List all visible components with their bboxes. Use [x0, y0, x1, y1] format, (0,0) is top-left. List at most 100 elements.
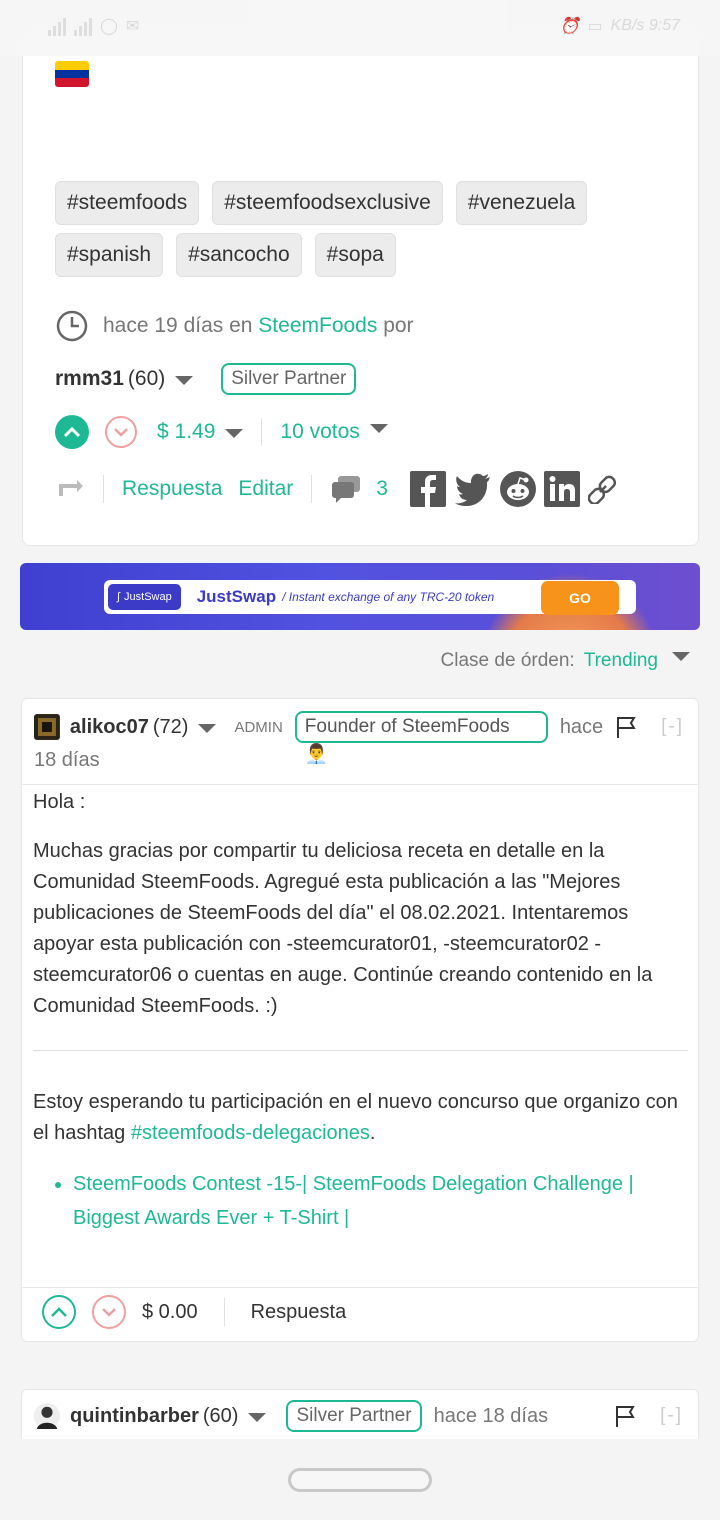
link-list: SteemFoods Contest -15-| SteemFoods Dele… [73, 1167, 688, 1235]
author-badge: Silver Partner [221, 363, 357, 395]
divider [33, 1050, 688, 1051]
downvote-button[interactable] [105, 416, 137, 448]
justswap-tagline: / Instant exchange of any TRC-20 token [282, 590, 495, 604]
comment-upvote-button[interactable] [42, 1295, 76, 1329]
contest-link[interactable]: SteemFoods Contest -15-| SteemFoods Dele… [73, 1167, 688, 1235]
justswap-name: JustSwap [196, 587, 277, 606]
post-payout[interactable]: $ 1.49 [157, 420, 215, 444]
author-line: rmm31 (60) Silver Partner [55, 363, 357, 395]
battery-icon: ▭ [587, 18, 603, 35]
avatar[interactable] [34, 714, 60, 740]
author-dropdown-icon[interactable] [175, 375, 194, 385]
post-by: por [383, 314, 414, 337]
divider [103, 475, 104, 503]
tag-spanish[interactable]: #spanish [55, 233, 164, 277]
comment-time: hace 18 días [433, 1404, 549, 1427]
comment-author-dropdown-icon[interactable] [248, 1412, 267, 1422]
home-indicator[interactable] [288, 1468, 432, 1492]
divider [22, 784, 698, 785]
founder-badge: Founder of SteemFoods 👨‍💼 [294, 711, 548, 765]
comment-header: alikoc07 (72) ADMIN Founder of SteemFood… [34, 711, 684, 772]
author-reputation: (60) [127, 367, 166, 390]
comment-time-a: hace [559, 715, 604, 738]
reblog-icon[interactable] [55, 476, 85, 502]
collapse-toggle[interactable]: [-] [660, 1405, 683, 1427]
alarm-icon: ⏰ [559, 18, 580, 35]
action-line: Respuesta Editar 3 [55, 471, 616, 507]
comment-header: quintinbarber (60) Silver Partner hace 1… [34, 1400, 683, 1432]
signal-icon [48, 16, 66, 36]
sort-value[interactable]: Trending [584, 650, 658, 672]
tag-venezuela[interactable]: #venezuela [455, 181, 588, 225]
signal-icon-2 [74, 16, 92, 36]
tag-list: #steemfoods #steemfoodsexclusive #venezu… [55, 181, 675, 277]
post-time: hace 19 días en [103, 314, 253, 337]
comment-greeting: Hola : [33, 791, 86, 813]
status-left: ◯ ✉ [48, 16, 139, 36]
status-bar: ◯ ✉ ⏰ ▭ KB/s 9:57 [0, 0, 720, 56]
comment-paragraph: Muchas gracias por compartir tu delicios… [33, 840, 653, 1017]
payout-dropdown-icon[interactable] [225, 428, 244, 438]
comment-reputation: (60) [202, 1404, 239, 1427]
reddit-icon[interactable] [499, 471, 536, 507]
post-meta: hace 19 días en SteemFoods por [55, 309, 414, 343]
facebook-icon[interactable] [409, 471, 446, 507]
comment-card: alikoc07 (72) ADMIN Founder of SteemFood… [21, 698, 699, 1342]
go-button[interactable]: GO [541, 581, 619, 615]
justswap-pill: ∫ JustSwap [108, 584, 181, 610]
comments-icon[interactable] [330, 474, 362, 504]
sort-label: Clase de órden: [440, 650, 575, 671]
avatar[interactable] [34, 1403, 60, 1429]
chevron-down-icon [102, 1308, 116, 1317]
sort-selector[interactable]: Clase de órden: Trending [441, 650, 690, 672]
comment-body: Hola : Muchas gracias por compartir tu d… [33, 787, 688, 1235]
author-badge: Silver Partner [286, 1400, 422, 1432]
reply-link[interactable]: Respuesta [122, 477, 222, 501]
flag-icon[interactable] [615, 715, 637, 739]
comment-time-b: 18 días [34, 749, 100, 771]
comment-author-dropdown-icon[interactable] [198, 723, 217, 733]
comment-paragraph-2: Estoy esperando tu participación en el n… [33, 1091, 678, 1144]
venezuela-flag-icon [55, 61, 89, 87]
tag-sancocho[interactable]: #sancocho [176, 233, 302, 277]
divider [22, 1287, 698, 1288]
edit-link[interactable]: Editar [238, 477, 293, 501]
status-time: KB/s 9:57 [610, 17, 680, 34]
mail-icon: ✉ [125, 18, 140, 35]
votes-dropdown-icon[interactable] [369, 423, 388, 433]
hashtag-link[interactable]: #steemfoods-delegaciones [131, 1122, 370, 1144]
tag-steemfoodsexclusive[interactable]: #steemfoodsexclusive [212, 181, 443, 225]
post-card: #steemfoods #steemfoodsexclusive #venezu… [22, 30, 699, 546]
chevron-up-icon [63, 426, 81, 438]
tag-sopa[interactable]: #sopa [314, 233, 396, 277]
votes-count[interactable]: 10 votos [280, 420, 359, 444]
collapse-toggle[interactable]: [-] [661, 716, 684, 738]
tag-steemfoods[interactable]: #steemfoods [55, 181, 200, 225]
comment-footer: $ 0.00 Respuesta [42, 1295, 346, 1329]
author-name[interactable]: rmm31 [55, 367, 124, 391]
admin-role: ADMIN [234, 718, 283, 736]
share-icons [409, 471, 616, 507]
chevron-up-icon [51, 1307, 67, 1317]
sort-dropdown-icon[interactable] [672, 651, 690, 661]
comment-author[interactable]: quintinbarber [70, 1405, 199, 1428]
twitter-icon[interactable] [454, 472, 492, 506]
community-link[interactable]: SteemFoods [258, 314, 377, 337]
comment-payout[interactable]: $ 0.00 [142, 1301, 198, 1324]
vote-line: $ 1.49 10 votos [55, 415, 388, 449]
divider [311, 475, 313, 503]
justswap-banner[interactable]: ∫ JustSwap JustSwap / Instant exchange of… [20, 563, 700, 630]
comment-author[interactable]: alikoc07 [70, 716, 149, 739]
comment-downvote-button[interactable] [92, 1295, 126, 1329]
comments-count[interactable]: 3 [376, 477, 388, 501]
clock-icon [56, 310, 88, 342]
linkedin-icon[interactable] [543, 471, 580, 507]
comment-reputation: (72) [152, 715, 189, 738]
comment-reply-link[interactable]: Respuesta [251, 1301, 347, 1324]
chevron-down-icon [114, 428, 128, 437]
flag-icon[interactable] [614, 1404, 636, 1428]
status-right: ⏰ ▭ KB/s 9:57 [560, 16, 680, 36]
justswap-logo-icon: ∫ [117, 591, 121, 603]
upvote-button[interactable] [55, 415, 89, 449]
link-icon[interactable] [587, 474, 616, 504]
